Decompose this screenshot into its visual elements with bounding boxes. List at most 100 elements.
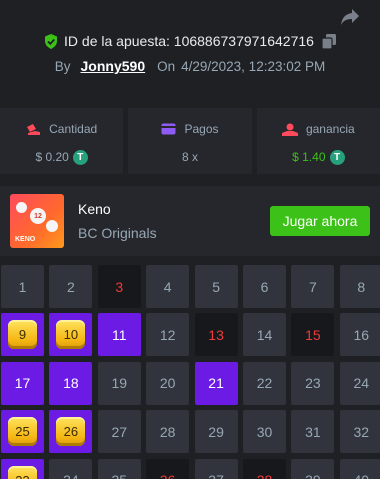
verified-shield-icon — [45, 33, 58, 49]
keno-tile[interactable]: 5 — [194, 265, 238, 308]
share-icon[interactable] — [340, 8, 360, 26]
keno-tile-number: 35 — [112, 472, 128, 479]
keno-tile-number: 23 — [305, 375, 321, 392]
keno-tile[interactable]: 16 — [339, 313, 380, 357]
stat-profit: ganancia $ 1.40 T — [256, 108, 380, 174]
username-link[interactable]: Jonny590 — [81, 58, 146, 74]
on-label: On — [157, 59, 176, 74]
keno-tile[interactable]: 27 — [97, 410, 141, 454]
stat-profit-value: $ 1.40 — [292, 150, 326, 164]
game-title[interactable]: Keno — [78, 201, 111, 217]
keno-tile[interactable]: 34 — [49, 458, 93, 479]
bet-id-text: ID de la apuesta: 106886737971642716 — [64, 33, 314, 49]
keno-tile[interactable]: 29 — [194, 410, 238, 454]
keno-tile[interactable]: 23 — [291, 361, 335, 405]
keno-tile-number: 22 — [256, 375, 273, 392]
keno-tile-number: 18 — [63, 375, 79, 392]
by-label: By — [54, 59, 71, 74]
keno-tile[interactable]: 20 — [146, 361, 190, 405]
keno-tile[interactable]: 37 — [194, 458, 238, 479]
keno-tile-number: 25 — [15, 424, 30, 440]
keno-tile-number: 15 — [305, 326, 321, 343]
keno-tile-number: 16 — [353, 326, 370, 343]
play-now-button[interactable]: Jugar ahora — [270, 206, 370, 236]
keno-tile[interactable]: 19 — [97, 361, 141, 405]
stat-amount: Cantidad $ 0.20 T — [0, 108, 124, 174]
copy-icon[interactable] — [321, 33, 336, 49]
bet-id-row: ID de la apuesta: 106886737971642716 — [0, 33, 380, 49]
tether-coin-icon: T — [72, 149, 88, 165]
keno-tile[interactable]: 9 — [1, 313, 44, 357]
keno-tile[interactable]: 3 — [97, 265, 141, 308]
keno-tile-number: 20 — [159, 375, 176, 392]
keno-tile[interactable]: 15 — [291, 313, 335, 357]
keno-tile-number: 9 — [18, 327, 27, 343]
keno-tile-number: 33 — [15, 473, 29, 479]
gem-icon: 26 — [56, 417, 86, 447]
keno-tile[interactable]: 39 — [291, 458, 335, 479]
keno-tile-number: 21 — [208, 375, 224, 392]
keno-tile[interactable]: 24 — [339, 361, 380, 405]
keno-tile-number: 19 — [111, 375, 128, 392]
keno-tile[interactable]: 40 — [339, 458, 380, 479]
keno-tile[interactable]: 17 — [1, 361, 44, 405]
gem-icon: 33 — [8, 465, 37, 479]
keno-tile[interactable]: 10 — [49, 313, 93, 357]
keno-tile-number: 6 — [260, 278, 269, 295]
keno-tile[interactable]: 13 — [194, 313, 238, 357]
keno-tile[interactable]: 33 — [1, 458, 44, 479]
keno-tile[interactable]: 26 — [49, 410, 93, 454]
keno-tile[interactable]: 12 — [146, 313, 190, 357]
keno-tile-number: 27 — [111, 423, 128, 440]
keno-tile[interactable]: 1 — [1, 265, 44, 308]
stat-payout-value: 8 x — [181, 150, 198, 164]
keno-tile-number: 32 — [353, 423, 370, 440]
profit-icon — [281, 123, 298, 136]
keno-tile-number: 14 — [256, 326, 273, 343]
keno-tile[interactable]: 14 — [243, 313, 286, 357]
game-card: 12 KENO Keno BC Originals Jugar ahora — [0, 186, 380, 256]
keno-tile-number: 28 — [159, 423, 176, 440]
keno-tile[interactable]: 32 — [339, 410, 380, 454]
keno-tile[interactable]: 31 — [291, 410, 335, 454]
stat-profit-label: ganancia — [305, 122, 355, 136]
keno-tile-number: 38 — [257, 472, 273, 479]
game-provider: BC Originals — [78, 225, 157, 241]
bet-datetime: 4/29/2023, 12:23:02 PM — [181, 59, 326, 74]
keno-tile-number: 34 — [63, 472, 79, 479]
keno-tile[interactable]: 21 — [194, 361, 238, 405]
keno-tile-number: 8 — [357, 278, 366, 295]
keno-tile[interactable]: 28 — [146, 410, 190, 454]
keno-ball-icon: 12 — [30, 208, 46, 224]
keno-tile-number: 5 — [212, 278, 220, 295]
keno-tile-number: 31 — [305, 423, 321, 440]
keno-tile-number: 39 — [305, 472, 321, 479]
keno-tile-number: 17 — [14, 375, 31, 392]
keno-tile[interactable]: 25 — [1, 410, 44, 454]
keno-tile[interactable]: 8 — [339, 265, 380, 308]
keno-tile-number: 37 — [208, 472, 224, 479]
keno-tile[interactable]: 2 — [49, 265, 93, 308]
keno-tile[interactable]: 35 — [97, 458, 141, 479]
keno-tile-number: 24 — [353, 375, 370, 392]
keno-tile[interactable]: 38 — [243, 458, 286, 479]
keno-tile-number: 40 — [354, 472, 370, 479]
keno-tile[interactable]: 36 — [146, 458, 190, 479]
keno-tile[interactable]: 7 — [291, 265, 335, 308]
keno-tile-number: 4 — [163, 278, 172, 295]
keno-tile[interactable]: 4 — [146, 265, 190, 308]
keno-tile-number: 30 — [256, 423, 273, 440]
keno-tile[interactable]: 11 — [97, 313, 141, 357]
keno-tile[interactable]: 30 — [243, 410, 286, 454]
stat-payout-label: Pagos — [184, 122, 219, 136]
keno-thumbnail[interactable]: 12 KENO — [10, 194, 64, 248]
keno-tile-number: 11 — [112, 326, 127, 343]
stat-payout: Pagos 8 x — [128, 108, 252, 174]
stats-row: Cantidad $ 0.20 T Pagos 8 x ganancia $ 1… — [0, 108, 380, 174]
keno-tile-number: 13 — [208, 326, 224, 343]
keno-tile[interactable]: 18 — [49, 361, 93, 405]
keno-tile[interactable]: 22 — [243, 361, 286, 405]
gem-icon: 25 — [8, 417, 37, 447]
keno-tile[interactable]: 6 — [243, 265, 286, 308]
gem-icon: 10 — [56, 320, 86, 350]
